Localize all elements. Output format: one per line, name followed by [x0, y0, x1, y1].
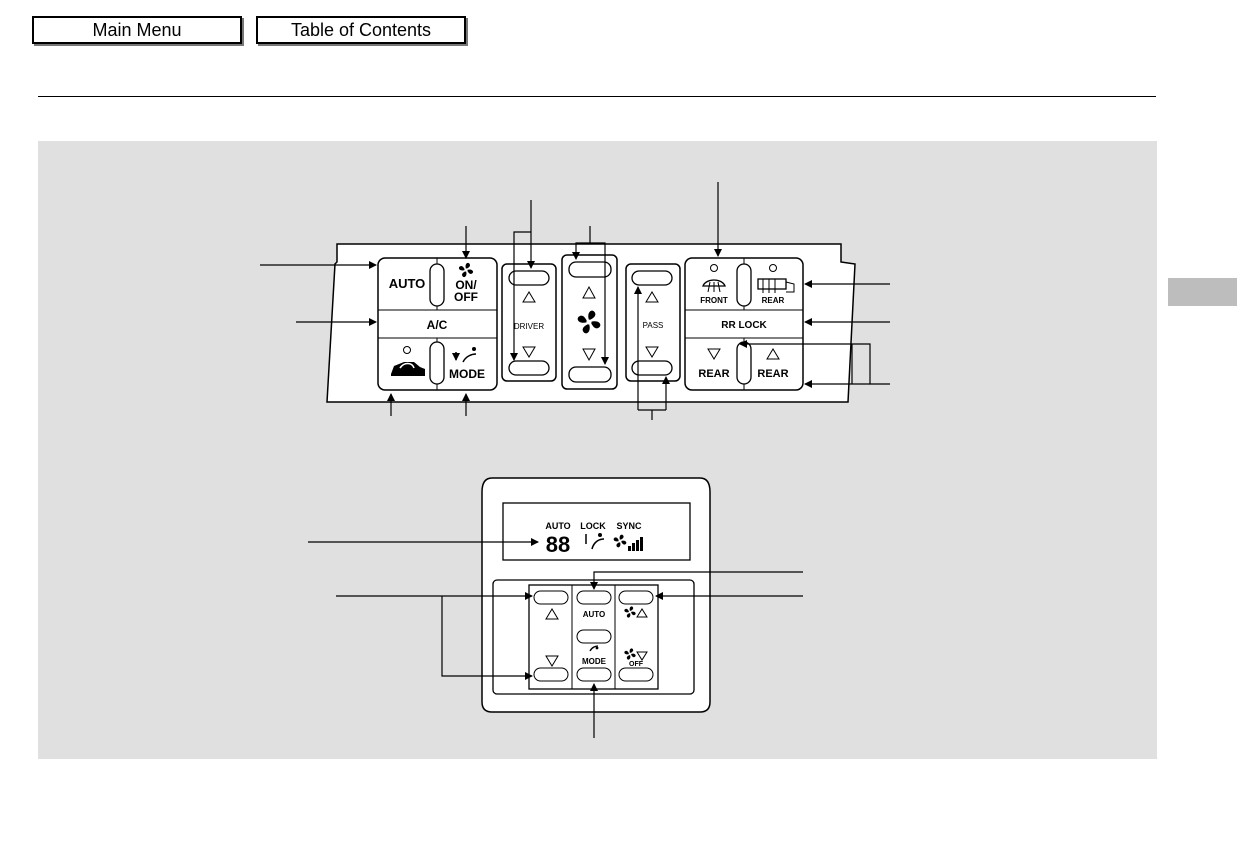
- indicator-slot: [736, 341, 752, 385]
- rear-mode-label: MODE: [582, 657, 607, 666]
- driver-temp-down-button[interactable]: [508, 360, 550, 376]
- rear-center-button[interactable]: [576, 629, 612, 644]
- rear-temp-down-button[interactable]: [533, 667, 569, 682]
- rear-temp-up-label[interactable]: REAR: [757, 368, 788, 380]
- rear-fan-down-button[interactable]: [618, 667, 654, 682]
- pass-label: PASS: [643, 321, 664, 330]
- climate-control-diagram: AUTO ON/ OFF A/C MODE DRIVER PASS FRONT …: [260, 182, 890, 738]
- mode-button-label[interactable]: MODE: [449, 367, 485, 381]
- indicator-slot: [429, 341, 445, 385]
- display-auto-label: AUTO: [545, 521, 570, 531]
- rear-display: [502, 502, 691, 561]
- rear-temp-down-label[interactable]: REAR: [698, 368, 729, 380]
- rear-defrost-label: REAR: [762, 296, 785, 305]
- indicator-slot: [429, 263, 445, 307]
- recirc-indicator: [403, 346, 411, 354]
- rear-fan-off-label: OFF: [629, 661, 644, 668]
- driver-temp-up-button[interactable]: [508, 270, 550, 286]
- rear-temp-up-button[interactable]: [533, 590, 569, 605]
- ac-button-label[interactable]: A/C: [427, 318, 448, 332]
- driver-label: DRIVER: [514, 322, 544, 331]
- display-lock-label: LOCK: [580, 521, 606, 531]
- rear-auto-label: AUTO: [583, 610, 606, 619]
- auto-button-label[interactable]: AUTO: [389, 276, 426, 291]
- rear-mode-button[interactable]: [576, 667, 612, 682]
- indicator-slot: [736, 263, 752, 307]
- rear-control-panel: AUTO LOCK SYNC 88 AUTO MODE OFF: [481, 477, 711, 713]
- fan-speed-down-button[interactable]: [568, 366, 612, 383]
- display-sync-label: SYNC: [616, 521, 642, 531]
- rear-auto-button[interactable]: [576, 590, 612, 605]
- rear-fan-up-button[interactable]: [618, 590, 654, 605]
- display-temperature: 88: [546, 532, 570, 557]
- front-defrost-label: FRONT: [700, 296, 728, 305]
- front-control-panel: AUTO ON/ OFF A/C MODE DRIVER PASS FRONT …: [326, 243, 856, 403]
- off-label[interactable]: OFF: [454, 290, 478, 304]
- pass-temp-up-button[interactable]: [631, 270, 673, 286]
- rr-lock-button-label[interactable]: RR LOCK: [721, 320, 767, 331]
